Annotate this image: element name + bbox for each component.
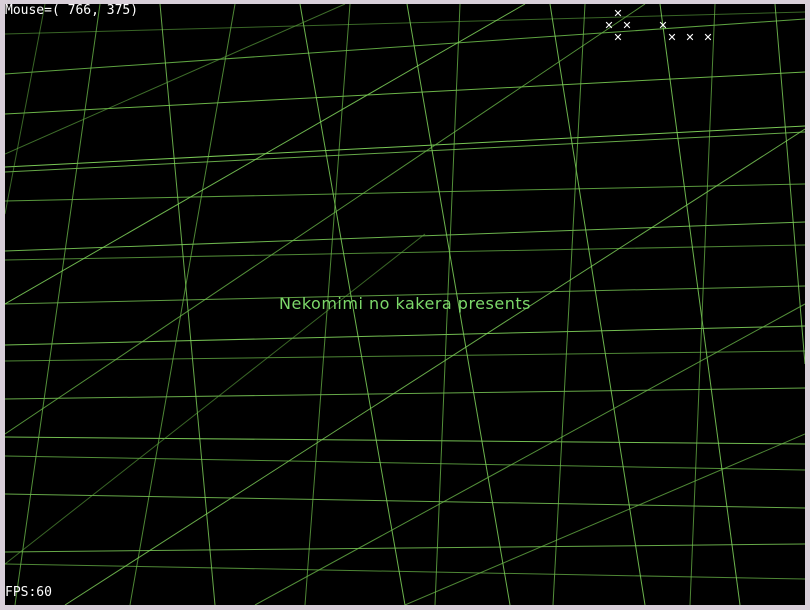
x-marker-icon: ✕ [622, 19, 632, 32]
x-marker-icon: ✕ [685, 31, 695, 44]
x-marker-icon: ✕ [703, 31, 713, 44]
x-marker-icon: ✕ [613, 7, 623, 20]
game-viewport[interactable]: Mouse=( 766, 375) Nekomimi no kakera pre… [5, 4, 805, 605]
fps-counter: FPS:60 [5, 585, 52, 600]
x-marker-icon: ✕ [658, 19, 668, 32]
x-marker-icon: ✕ [667, 31, 677, 44]
title-text: Nekomimi no kakera presents [279, 294, 531, 313]
x-marker-icon: ✕ [604, 19, 614, 32]
x-marker-icon: ✕ [613, 31, 623, 44]
mouse-coordinate-readout: Mouse=( 766, 375) [5, 4, 139, 18]
